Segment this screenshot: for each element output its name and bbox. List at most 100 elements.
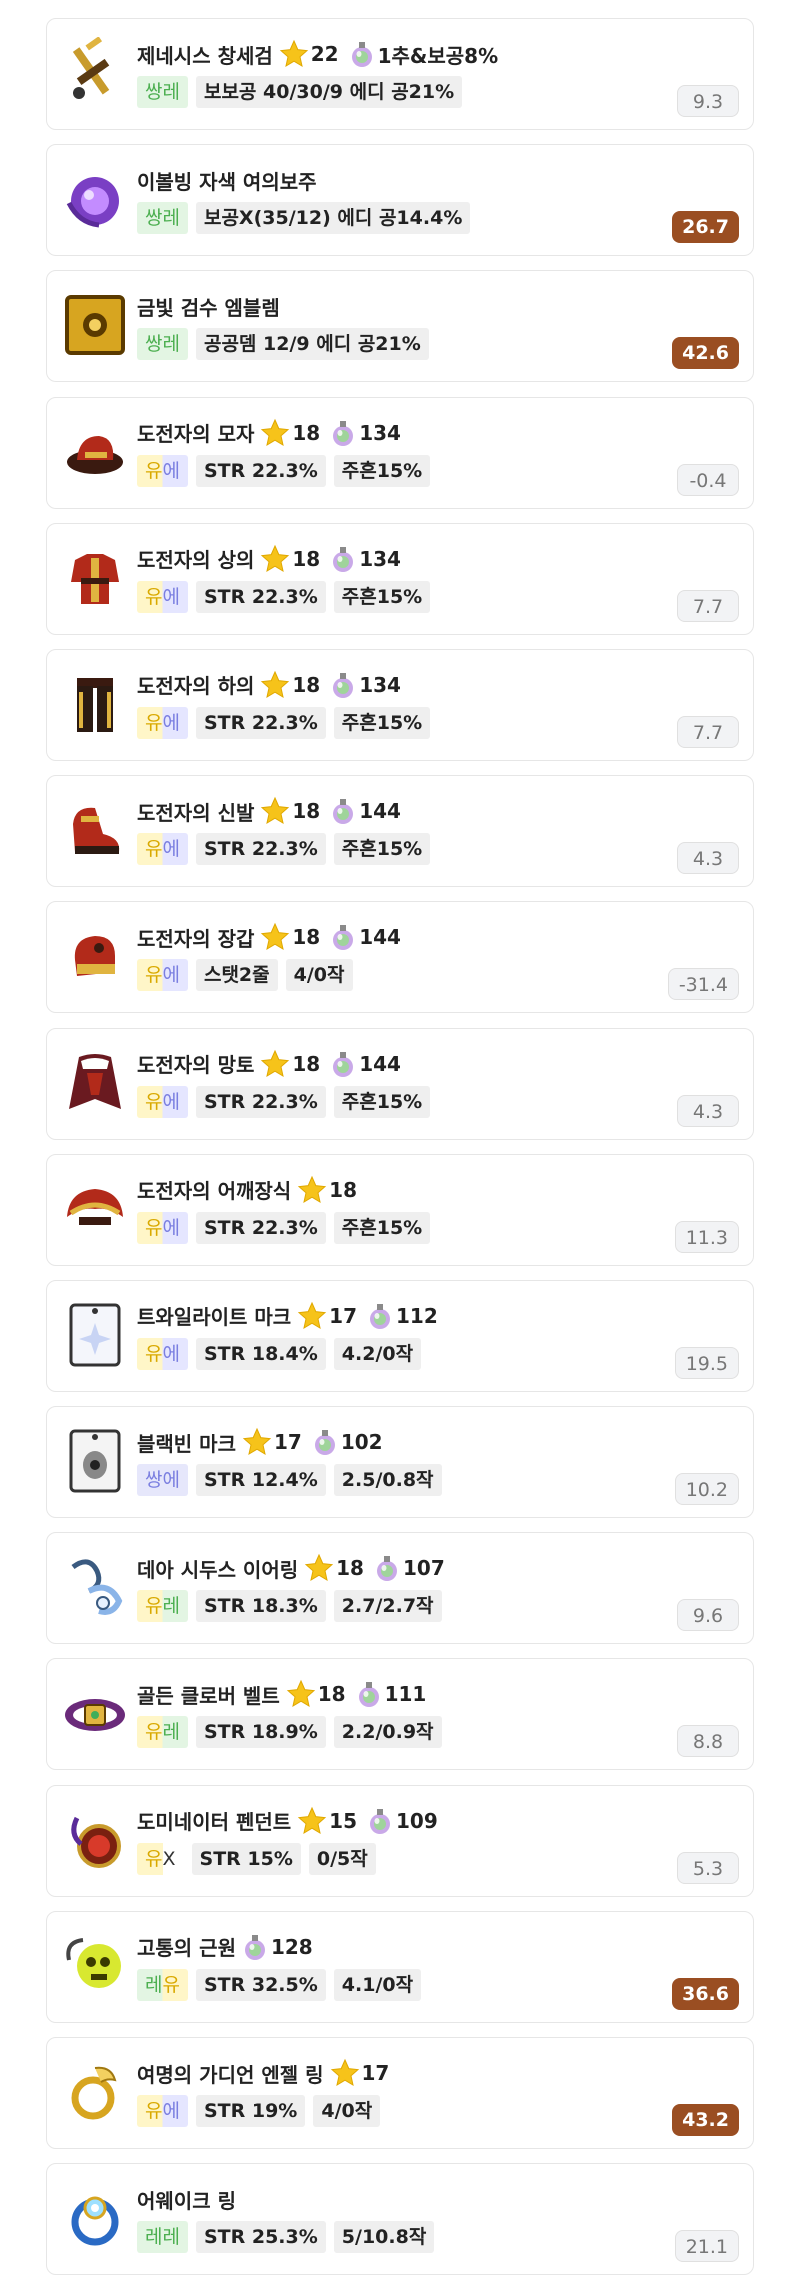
grade-text: 유 (145, 838, 163, 861)
star-force-count: 18 (292, 672, 321, 697)
item-tag-row: 쌍레 보공X(35/12) 에디 공14.4% (137, 201, 478, 235)
score-badge: 4.3 (677, 842, 739, 875)
equipment-card[interactable]: 도전자의 어깨장식 18 유에 STR 22.3% 주흔15% 11.3 (46, 1153, 754, 1266)
stat-tag: 주흔15% (333, 706, 431, 739)
star-force-icon (330, 2058, 360, 2088)
star-force-icon (260, 1049, 290, 1079)
star-force-icon (279, 39, 309, 69)
belt-icon (59, 1677, 131, 1749)
grade-text: 레레 (145, 2226, 180, 2249)
equipment-card[interactable]: 도전자의 신발 18 144 유에 STR 22.3% 주흔15% 4.3 (46, 775, 754, 888)
star-force-count: 18 (292, 420, 321, 445)
equipment-card[interactable]: 금빛 검수 엠블렘 쌍레 공공뎀 12/9 에디 공21% 42.6 (46, 270, 754, 383)
item-tag-row: 유에 STR 22.3% 주흔15% (137, 580, 438, 614)
grade-text: 유 (145, 1847, 163, 1870)
equipment-card[interactable]: 트와일라이트 마크 17 112 유에 STR 18.4% 4.2/0작 19.5 (46, 1279, 754, 1392)
grade-text: 에 (162, 1090, 180, 1113)
grade-badge: 쌍레 (137, 328, 188, 361)
item-tag-row: 유X STR 15% 0/5작 (137, 1842, 384, 1876)
item-name: 도미네이터 펜던트 (137, 1810, 292, 1835)
stat-tag: STR 15% (191, 1842, 301, 1875)
potion-icon (330, 419, 356, 447)
item-tag-row: 유에 STR 22.3% 주흔15% (137, 1085, 438, 1119)
score-badge: 10.2 (674, 1473, 739, 1506)
grade-badge: 유에 (137, 580, 188, 613)
grade-text: 유 (145, 2100, 163, 2122)
stat-tag: 보보공 40/30/9 에디 공21% (195, 76, 463, 108)
equipment-card[interactable]: 데아 시두스 이어링 18 107 유레 STR 18.3% 2.7/2.7작 9.6 (46, 1532, 754, 1645)
grade-badge: 유레 (137, 1590, 188, 1623)
potion-icon (312, 1428, 338, 1456)
grade-text: 에 (162, 711, 180, 734)
sword-icon (59, 37, 131, 109)
gloves-icon (59, 920, 131, 992)
equipment-card[interactable]: 제네시스 창세검 22 1추&보공8% 쌍레 보보공 40/30/9 에디 공21% 9.… (46, 18, 754, 130)
shoulder-icon (59, 1173, 131, 1245)
stat-tag: STR 22.3% (195, 1211, 326, 1244)
item-title-row: 도미네이터 펜던트 15 109 (137, 1804, 438, 1838)
equipment-card[interactable]: 도미네이터 펜던트 15 109 유X STR 15% 0/5작 5.3 (46, 1784, 754, 1897)
equipment-card[interactable]: 고통의 근원 128 레유 STR 32.5% 4.1/0작 36.6 (46, 1910, 754, 2023)
score-badge: 7.7 (677, 589, 739, 622)
equipment-card[interactable]: 골든 클로버 벨트 18 111 유레 STR 18.9% 2.2/0.9작 8.8 (46, 1658, 754, 1771)
potion-icon (330, 671, 356, 699)
equipment-card[interactable]: 블랙빈 마크 17 102 쌍에 STR 12.4% 2.5/0.8작 10.2 (46, 1406, 754, 1519)
item-title-row: 데아 시두스 이어링 18 107 (137, 1551, 445, 1585)
stat-tag: STR 22.3% (195, 454, 326, 487)
item-title-row: 여명의 가디언 엔젤 링 17 (137, 2056, 399, 2090)
stat-tag: 공공뎀 12/9 에디 공21% (195, 328, 429, 361)
equipment-card[interactable]: 도전자의 모자 18 134 유에 STR 22.3% 주흔15% -0.4 (46, 396, 754, 509)
grade-text: X (162, 1847, 176, 1870)
item-tag-row: 유에 STR 18.4% 4.2/0작 (137, 1337, 429, 1371)
equipment-card[interactable]: 여명의 가디언 엔젤 링 17 유에 STR 19% 4/0작 43.2 (46, 2037, 754, 2149)
item-tag-row: 유에 STR 22.3% 주흔15% (137, 1211, 438, 1245)
star-force-icon (260, 796, 290, 826)
item-name: 골든 클로버 벨트 (137, 1683, 280, 1708)
equipment-card[interactable]: 도전자의 망토 18 144 유에 STR 22.3% 주흔15% 4.3 (46, 1027, 754, 1140)
item-title-row: 도전자의 신발 18 144 (137, 794, 401, 828)
grade-badge: 유에 (137, 1211, 188, 1244)
equipment-card[interactable]: 어웨이크 링 레레 STR 25.3% 5/10.8작 21.1 (46, 2163, 754, 2276)
equipment-card[interactable]: 이볼빙 자색 여의보주 쌍레 보공X(35/12) 에디 공14.4% 26.7 (46, 144, 754, 257)
potion-icon (356, 1680, 382, 1708)
grade-text: 유 (145, 1216, 163, 1239)
additional-option-value: 1추&보공8% (377, 43, 499, 68)
grade-text: 유 (145, 459, 163, 482)
item-name: 도전자의 어깨장식 (137, 1179, 292, 1204)
item-title-row: 고통의 근원 128 (137, 1930, 313, 1964)
grade-text: 유 (162, 1973, 180, 1996)
stat-tag: STR 12.4% (195, 1464, 326, 1497)
grade-text: 레 (162, 1595, 180, 1618)
grade-text: 에 (162, 838, 180, 861)
equipment-card[interactable]: 도전자의 하의 18 134 유에 STR 22.3% 주흔15% 7.7 (46, 648, 754, 761)
potion-icon (330, 545, 356, 573)
stat-tag: STR 22.3% (195, 1085, 326, 1118)
item-name: 고통의 근원 (137, 1936, 236, 1961)
potion-icon (330, 923, 356, 951)
pendant-icon (59, 1804, 131, 1876)
stat-tag: STR 25.3% (195, 2221, 326, 2254)
potion-icon (367, 1302, 393, 1330)
ring-icon (59, 2056, 131, 2128)
grade-badge: 유에 (137, 1085, 188, 1118)
top-icon (59, 542, 131, 614)
equipment-card[interactable]: 도전자의 상의 18 134 유에 STR 22.3% 주흔15% 7.7 (46, 522, 754, 635)
score-badge: 4.3 (677, 1094, 739, 1127)
grade-text: 유 (145, 964, 163, 987)
item-name: 금빛 검수 엠블렘 (137, 295, 280, 320)
star-force-icon (304, 1553, 334, 1583)
star-force-count: 18 (292, 546, 321, 571)
item-title-row: 도전자의 장갑 18 144 (137, 920, 401, 954)
potion-icon (242, 1933, 268, 1961)
item-tag-row: 유레 STR 18.3% 2.7/2.7작 (137, 1589, 450, 1623)
score-badge: -31.4 (667, 968, 739, 1001)
stat-tag: STR 22.3% (195, 833, 326, 866)
star-force-icon (297, 1175, 327, 1205)
stat-tag: STR 18.9% (195, 1716, 326, 1749)
equipment-card[interactable]: 도전자의 장갑 18 144 유에 스탯2줄 4/0작 -31.4 (46, 901, 754, 1014)
item-tag-row: 쌍레 공공뎀 12/9 에디 공21% (137, 327, 437, 361)
item-tag-row: 유에 STR 19% 4/0작 (137, 2094, 388, 2128)
stat-tag: 2.7/2.7작 (333, 1590, 442, 1623)
item-title-row: 블랙빈 마크 17 102 (137, 1425, 383, 1459)
equipment-list: 제네시스 창세검 22 1추&보공8% 쌍레 보보공 40/30/9 에디 공21% 9.… (0, 0, 800, 2276)
